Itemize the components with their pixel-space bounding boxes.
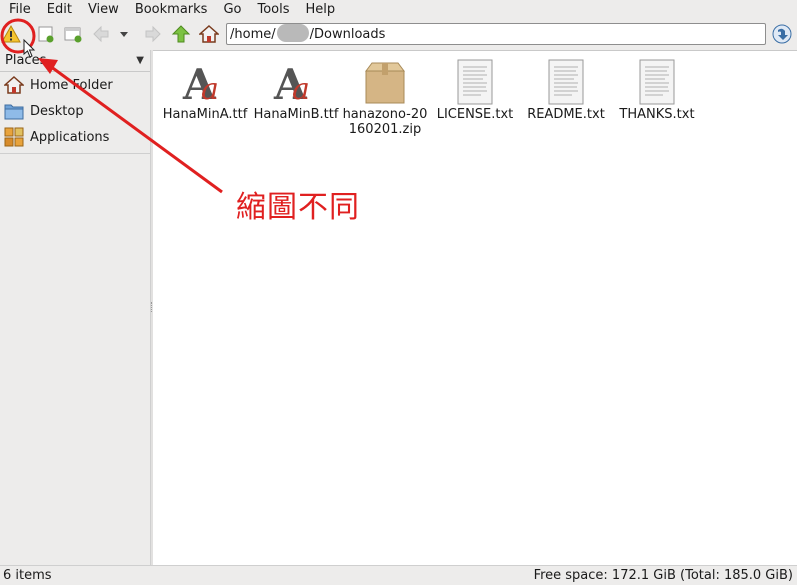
file-item[interactable]: README.txt	[520, 55, 612, 122]
text-file-icon	[451, 55, 499, 105]
menu-tools[interactable]: Tools	[249, 0, 297, 20]
applications-icon	[3, 126, 25, 148]
new-window-icon[interactable]	[62, 22, 84, 46]
splitter-grip[interactable]	[151, 302, 152, 312]
desktop-folder-icon	[3, 100, 25, 122]
free-space: Free space: 172.1 GiB (Total: 185.0 GiB)	[533, 568, 793, 583]
file-item[interactable]: hanazono-20160201.zip	[339, 55, 431, 137]
file-name: HanaMinB.ttf	[253, 107, 339, 122]
file-item[interactable]: Aa HanaMinB.ttf	[250, 55, 342, 122]
path-prefix: /home/	[230, 27, 276, 42]
history-dropdown-icon[interactable]	[117, 22, 131, 46]
menu-bar: File Edit View Bookmarks Go Tools Help	[0, 0, 797, 20]
text-file-icon	[542, 55, 590, 105]
file-name: HanaMinA.ttf	[162, 107, 248, 122]
archive-box-icon	[361, 55, 409, 105]
file-item[interactable]: THANKS.txt	[611, 55, 703, 122]
sidebar-item-desktop[interactable]: Desktop	[0, 98, 150, 124]
file-item[interactable]: Aa HanaMinA.ttf	[159, 55, 251, 122]
file-icon-view[interactable]: Aa HanaMinA.ttf Aa HanaMinB.ttf hanazono…	[153, 50, 797, 565]
sidebar-divider	[0, 153, 150, 154]
path-suffix: /Downloads	[309, 27, 386, 42]
font-file-icon: Aa	[181, 55, 229, 105]
back-arrow-icon[interactable]	[90, 22, 112, 46]
redacted-username	[276, 24, 309, 42]
file-name: README.txt	[527, 107, 605, 122]
home-folder-icon	[3, 74, 25, 96]
go-refresh-icon[interactable]	[770, 22, 794, 46]
menu-go[interactable]: Go	[215, 0, 249, 20]
new-tab-icon[interactable]	[35, 22, 57, 46]
forward-arrow-icon[interactable]	[142, 22, 164, 46]
sidebar-item-label: Applications	[30, 129, 110, 145]
sidebar-item-home-folder[interactable]: Home Folder	[0, 72, 150, 98]
places-sidebar: Places ▼ Home Folder Desktop Application…	[0, 50, 150, 565]
places-header-label: Places	[5, 53, 47, 68]
file-item[interactable]: LICENSE.txt	[429, 55, 521, 122]
file-name: THANKS.txt	[619, 107, 695, 122]
warning-icon[interactable]	[0, 22, 22, 46]
status-bar: 6 items Free space: 172.1 GiB (Total: 18…	[0, 565, 797, 585]
sidebar-item-label: Desktop	[30, 103, 84, 119]
menu-file[interactable]: File	[1, 0, 39, 20]
menu-edit[interactable]: Edit	[39, 0, 80, 20]
home-icon[interactable]	[198, 22, 220, 46]
menu-view[interactable]: View	[80, 0, 127, 20]
up-arrow-icon[interactable]	[170, 22, 192, 46]
sidebar-item-applications[interactable]: Applications	[0, 124, 150, 150]
menu-help[interactable]: Help	[298, 0, 344, 20]
chevron-down-icon[interactable]: ▼	[136, 55, 144, 66]
font-file-icon: Aa	[272, 55, 320, 105]
svg-text:a: a	[201, 72, 219, 105]
item-count: 6 items	[3, 568, 52, 583]
menu-bookmarks[interactable]: Bookmarks	[127, 0, 216, 20]
text-file-icon	[633, 55, 681, 105]
annotation-text: 縮圖不同	[236, 190, 360, 225]
file-name: hanazono-20160201.zip	[342, 107, 428, 137]
sidebar-item-label: Home Folder	[30, 77, 113, 93]
location-path-input[interactable]: /home/ /Downloads	[226, 23, 766, 45]
places-header[interactable]: Places ▼	[0, 50, 150, 72]
file-name: LICENSE.txt	[436, 107, 514, 122]
svg-text:a: a	[292, 72, 310, 105]
